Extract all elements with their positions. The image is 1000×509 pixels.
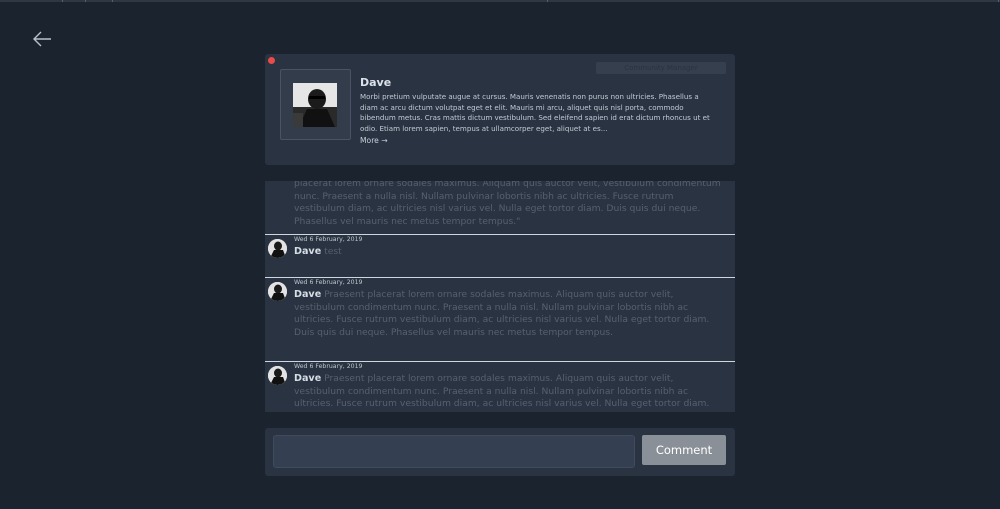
profile-bio: Morbi pretium vulputate augue at cursus.… [360,92,710,133]
comment-item: Wed 6 February, 2019 Dave Praesent place… [265,278,735,361]
arrow-left-icon [33,31,51,47]
comment-body: Dave Praesent placerat lorem ornare soda… [294,289,722,339]
comment-text: test [324,246,342,257]
profile-card: Community Manager Dave Morbi pretium vul… [265,54,735,165]
role-badge: Community Manager [596,62,726,74]
comment-item: Wed 6 February, 2019 Dave Praesent place… [265,362,735,412]
profile-avatar-frame [280,69,351,140]
comment-avatar [268,366,287,385]
comment-item: Wed 6 February, 2019 Dave test [265,235,735,277]
status-dot [268,57,275,64]
comment-date: Wed 6 February, 2019 [294,236,363,243]
comment-date: Wed 6 February, 2019 [294,363,363,370]
more-link[interactable]: More → [360,136,388,145]
comment-body: Dave test [294,246,722,259]
comment-body: Dave Praesent placerat lorem ornare soda… [294,373,722,411]
comment-date: Wed 6 February, 2019 [294,279,363,286]
top-strip [0,0,1000,2]
comment-button[interactable]: Comment [642,435,726,465]
partial-comment-text: placerat lorem ornare sodales maximus. A… [294,181,721,227]
profile-name: Dave [360,76,392,89]
avatar [293,83,337,127]
comment-text: Praesent placerat lorem ornare sodales m… [294,373,710,410]
comment-avatar [268,282,287,301]
comment-avatar [268,239,287,258]
back-button[interactable] [30,28,54,50]
comment-author: Dave [294,373,322,384]
compose-panel: Comment [265,428,735,476]
comment-text: Praesent placerat lorem ornare sodales m… [294,289,710,338]
comment-input[interactable] [273,435,635,468]
comment-author: Dave [294,289,322,300]
comment-author: Dave [294,246,322,257]
comments-list[interactable]: placerat lorem ornare sodales maximus. A… [265,181,735,412]
